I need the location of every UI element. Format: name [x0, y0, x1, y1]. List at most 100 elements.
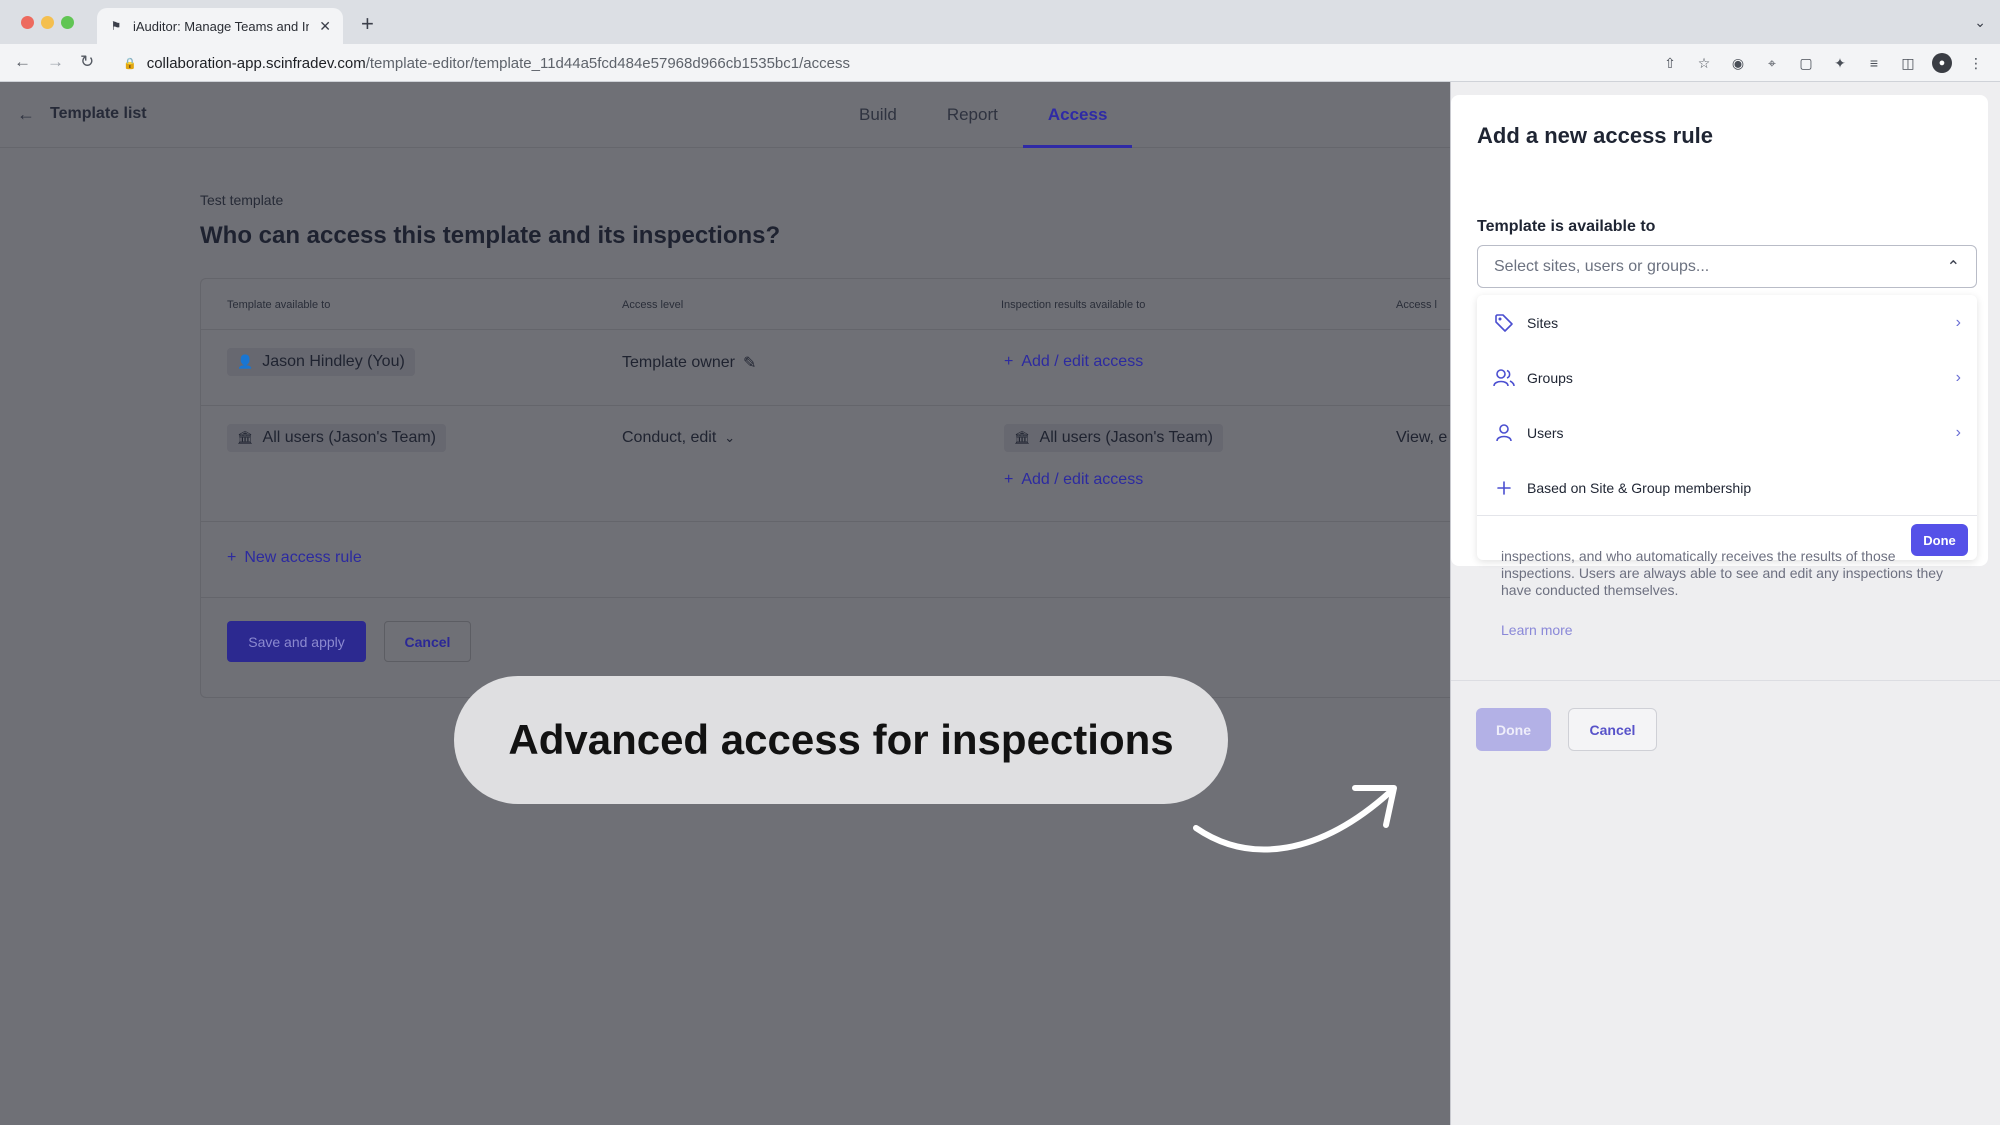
- tab-strip: ⚑ iAuditor: Manage Teams and In ✕ + ⌄: [0, 0, 2000, 44]
- address-bar[interactable]: 🔒 collaboration-app.scinfradev.com/templ…: [115, 49, 1645, 77]
- options-dropdown: Sites › Groups › Users › Based on Site &…: [1477, 295, 1977, 560]
- link-label: New access rule: [244, 549, 362, 566]
- panel-divider: [1451, 680, 2000, 681]
- select-placeholder: Select sites, users or groups...: [1494, 257, 1710, 275]
- option-sites[interactable]: Sites ›: [1477, 295, 1977, 350]
- extension-icons: ⇧ ☆ ◉ ⌖ ▢ ✦ ≡ ◫ ● ⋮: [1660, 53, 1986, 73]
- plus-icon: [1493, 480, 1515, 496]
- plus-icon: +: [1004, 353, 1014, 370]
- done-button[interactable]: Done: [1476, 708, 1551, 751]
- close-tab-icon[interactable]: ✕: [319, 18, 331, 35]
- sidebar-icon[interactable]: ◫: [1898, 53, 1918, 73]
- maximize-window-button[interactable]: [61, 16, 74, 29]
- user-icon: [1493, 423, 1515, 443]
- dropdown-divider: [1477, 515, 1977, 516]
- profile-avatar[interactable]: ●: [1932, 53, 1952, 73]
- access-rule-panel: Add a new access rule Template is availa…: [1450, 82, 2000, 1125]
- user-icon: 👤: [237, 354, 254, 369]
- results-access-level[interactable]: View, e: [1396, 429, 1447, 447]
- back-arrow-icon[interactable]: ←: [14, 52, 31, 72]
- cancel-button[interactable]: Cancel: [1568, 708, 1657, 751]
- lock-icon: 🔒: [123, 57, 137, 70]
- cancel-button[interactable]: Cancel: [384, 621, 471, 662]
- learn-more-link[interactable]: Learn more: [1501, 622, 1573, 638]
- minimize-window-button[interactable]: [41, 16, 54, 29]
- building-icon: 🏛: [1014, 430, 1031, 445]
- team-chip: 🏛 All users (Jason's Team): [227, 424, 446, 452]
- panel-card: Add a new access rule Template is availa…: [1451, 95, 1988, 566]
- pencil-icon[interactable]: ✎: [743, 353, 756, 373]
- results-access-label: View, e: [1396, 429, 1448, 446]
- chip-label: All users (Jason's Team): [262, 429, 436, 446]
- panel-description: inspections, and who automatically recei…: [1501, 548, 1944, 598]
- option-users[interactable]: Users ›: [1477, 405, 1977, 460]
- curved-arrow-icon: [1193, 785, 1397, 853]
- users-icon: [1493, 368, 1515, 388]
- browser-tab[interactable]: ⚑ iAuditor: Manage Teams and In ✕: [97, 8, 343, 44]
- chevron-down-icon: ⌄: [724, 430, 736, 445]
- forward-arrow-icon[interactable]: →: [47, 52, 64, 72]
- page-title: Who can access this template and its ins…: [200, 222, 781, 249]
- option-membership[interactable]: Based on Site & Group membership: [1477, 460, 1977, 515]
- field-label: Template is available to: [1477, 218, 1656, 235]
- column-header: Access level: [622, 299, 684, 311]
- reload-icon[interactable]: ↻: [80, 52, 94, 72]
- add-edit-access-link[interactable]: + Add / edit access: [1004, 471, 1143, 489]
- browser-tab-title: iAuditor: Manage Teams and In: [133, 18, 310, 34]
- option-label: Sites: [1527, 314, 1559, 331]
- row-divider: [201, 521, 1451, 522]
- close-window-button[interactable]: [21, 16, 34, 29]
- column-header: Inspection results available to: [1001, 299, 1146, 311]
- chevron-up-icon: ⌃: [1946, 258, 1960, 276]
- browser-toolbar: ← → ↻ 🔒 collaboration-app.scinfradev.com…: [0, 44, 2000, 82]
- tab-access[interactable]: Access: [1022, 82, 1133, 148]
- access-level-label: Conduct, edit: [622, 429, 717, 446]
- chevron-right-icon: ›: [1955, 368, 1961, 386]
- new-tab-button[interactable]: +: [361, 13, 374, 35]
- row-divider: [201, 597, 1451, 598]
- browser-menu-icon[interactable]: ⋮: [1966, 53, 1986, 73]
- new-access-rule-link[interactable]: + New access rule: [227, 549, 362, 567]
- share-icon[interactable]: ⇧: [1660, 53, 1680, 73]
- sites-users-groups-select[interactable]: Select sites, users or groups... ⌃: [1477, 245, 1977, 288]
- option-label: Users: [1527, 424, 1564, 441]
- access-table: Template available to Access level Inspe…: [200, 278, 1451, 698]
- tab-search-icon[interactable]: ⌄: [1974, 14, 1986, 31]
- puzzle-icon[interactable]: ✦: [1830, 53, 1850, 73]
- tab-report[interactable]: Report: [922, 82, 1023, 148]
- save-and-apply-button[interactable]: Save and apply: [227, 621, 366, 662]
- browser-chrome: ⚑ iAuditor: Manage Teams and In ✕ + ⌄ ← …: [0, 0, 2000, 82]
- reading-list-icon[interactable]: ≡: [1864, 53, 1884, 73]
- feature-callout: Advanced access for inspections: [454, 676, 1228, 804]
- window-icon[interactable]: ▢: [1796, 53, 1816, 73]
- back-arrow-icon[interactable]: ←: [17, 104, 35, 125]
- tab-build[interactable]: Build: [834, 82, 922, 148]
- user-chip: 👤 Jason Hindley (You): [227, 348, 415, 376]
- access-level-label: Template owner: [622, 354, 735, 371]
- url-text: collaboration-app.scinfradev.com/templat…: [146, 54, 850, 72]
- building-icon: 🏛: [237, 430, 254, 445]
- add-edit-access-link[interactable]: + Add / edit access: [1004, 353, 1143, 371]
- link-label: Add / edit access: [1021, 353, 1144, 370]
- app-header: ← Template list Build Report Access: [0, 82, 1450, 148]
- option-label: Based on Site & Group membership: [1527, 479, 1752, 496]
- row-divider: [201, 329, 1451, 330]
- template-editor: ← Template list Build Report Access Test…: [0, 82, 1451, 1125]
- chevron-right-icon: ›: [1955, 313, 1961, 331]
- template-name: Test template: [200, 192, 284, 208]
- team-chip: 🏛 All users (Jason's Team): [1004, 424, 1223, 452]
- option-groups[interactable]: Groups ›: [1477, 350, 1977, 405]
- tag-icon: [1493, 313, 1515, 333]
- bookmark-star-icon[interactable]: ☆: [1694, 53, 1714, 73]
- screenshot-icon[interactable]: ⌖: [1762, 53, 1782, 73]
- chip-label: Jason Hindley (You): [262, 353, 405, 370]
- access-level-cell: Template owner ✎: [622, 353, 756, 373]
- extension-circle-icon[interactable]: ◉: [1728, 53, 1748, 73]
- access-level-dropdown[interactable]: Conduct, edit ⌄: [622, 429, 735, 447]
- plus-icon: +: [227, 549, 237, 566]
- chip-label: All users (Jason's Team): [1039, 429, 1213, 446]
- template-list-link[interactable]: Template list: [50, 105, 147, 123]
- option-label: Groups: [1527, 369, 1573, 386]
- link-label: Add / edit access: [1021, 471, 1144, 488]
- column-header: Access l: [1396, 299, 1437, 311]
